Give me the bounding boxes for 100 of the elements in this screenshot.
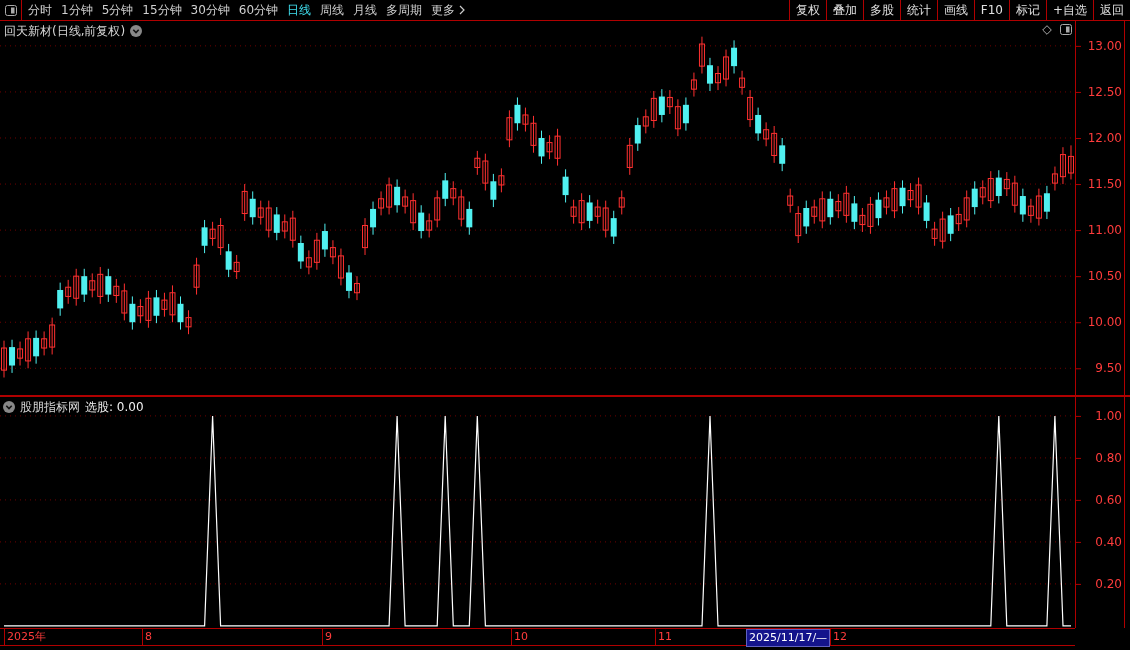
falling-candle <box>249 190 256 226</box>
axis-label: 0.60 <box>1095 492 1122 507</box>
toolbar-button[interactable]: +自选 <box>1045 0 1093 20</box>
panel-toggle-icon[interactable] <box>4 4 17 16</box>
axis-label: 0.40 <box>1095 534 1122 549</box>
rising-candle <box>626 137 633 176</box>
falling-candle <box>225 243 232 278</box>
date-label: 9 <box>322 629 332 645</box>
rising-candle <box>715 65 721 91</box>
falling-candle <box>442 172 449 207</box>
toolbar-button[interactable]: 复权 <box>788 0 826 20</box>
rising-candle <box>241 183 248 222</box>
chevron-right-icon <box>459 5 466 15</box>
rising-candle <box>362 217 368 256</box>
rising-candle <box>1068 144 1074 180</box>
period-tab[interactable]: 日线 <box>287 1 312 19</box>
falling-candle <box>514 96 521 132</box>
indicator-title: 股朋指标网 <box>20 399 80 416</box>
panel-toggle-icon[interactable] <box>1060 24 1072 35</box>
falling-candle <box>634 117 641 152</box>
falling-candle <box>370 201 377 236</box>
falling-candle <box>153 289 160 324</box>
indicator-reading: : 0.00 <box>109 399 144 416</box>
rising-candle <box>354 275 360 301</box>
date-label: 2025年 <box>4 629 46 645</box>
diamond-icon[interactable] <box>1042 24 1052 35</box>
toolbar-button[interactable]: 叠加 <box>825 0 863 20</box>
falling-candle <box>923 194 930 229</box>
falling-candle <box>9 339 16 374</box>
period-tab[interactable]: 周线 <box>320 1 345 19</box>
date-label: 8 <box>142 629 152 645</box>
falling-candle <box>466 201 473 236</box>
axis-label: 0.80 <box>1095 450 1122 465</box>
falling-candle <box>273 206 280 241</box>
falling-candle <box>490 173 497 208</box>
period-tab[interactable]: 30分钟 <box>190 1 230 19</box>
falling-candle <box>971 180 978 215</box>
toolbar-button[interactable]: 画线 <box>936 0 974 20</box>
axis-label: 12.00 <box>1087 131 1122 145</box>
falling-candle <box>394 178 401 214</box>
falling-candle <box>755 107 762 142</box>
cursor-date: 2025/11/17/— <box>746 629 831 647</box>
date-label: 10 <box>511 629 528 645</box>
dropdown-icon[interactable] <box>130 25 143 37</box>
axis-label: 12.50 <box>1087 84 1122 99</box>
chart-title: 回天新材(日线,前复权) <box>4 23 126 40</box>
falling-candle <box>995 169 1002 204</box>
falling-candle <box>827 190 834 226</box>
toolbar-button[interactable]: F10 <box>973 0 1009 20</box>
rising-candle <box>185 309 192 335</box>
period-tab[interactable]: 多周期 <box>386 1 423 19</box>
falling-candle <box>586 194 593 229</box>
falling-candle <box>321 223 328 258</box>
falling-candle <box>105 268 112 303</box>
falling-candle <box>779 137 786 172</box>
rising-candle <box>506 109 513 148</box>
falling-candle <box>81 268 88 303</box>
rising-candle <box>193 257 200 296</box>
falling-candle <box>875 191 882 226</box>
axis-label: 11.00 <box>1087 223 1122 238</box>
period-tab[interactable]: 1分钟 <box>61 1 93 19</box>
falling-candle <box>1019 188 1026 223</box>
falling-candle <box>562 168 569 203</box>
falling-candle <box>538 130 545 165</box>
period-tab[interactable]: 分时 <box>28 1 52 19</box>
axis-label: 11.50 <box>1087 177 1122 192</box>
date-label: 11 <box>655 629 672 645</box>
toolbar-button[interactable]: 返回 <box>1093 0 1130 20</box>
axis-label: 10.00 <box>1087 315 1122 330</box>
toolbar-button[interactable]: 标记 <box>1008 0 1046 20</box>
axis-label: 9.50 <box>1095 361 1122 376</box>
axis-label: 13.00 <box>1087 38 1122 53</box>
falling-candle <box>707 57 713 92</box>
falling-candle <box>658 88 665 123</box>
period-tab[interactable]: 5分钟 <box>101 1 134 19</box>
falling-candle <box>33 330 40 365</box>
period-tab[interactable]: 月线 <box>353 1 378 19</box>
falling-candle <box>418 204 425 239</box>
period-tab[interactable]: 15分钟 <box>142 1 182 19</box>
toolbar-button[interactable]: 多股 <box>862 0 900 20</box>
falling-candle <box>851 195 858 230</box>
axis-label: 10.50 <box>1087 269 1122 284</box>
falling-candle <box>1043 185 1050 220</box>
period-tab[interactable]: 更多 <box>431 1 466 19</box>
toolbar-button[interactable]: 统计 <box>899 0 937 20</box>
falling-candle <box>297 235 304 270</box>
dropdown-icon[interactable] <box>3 401 15 413</box>
period-tab[interactable]: 60分钟 <box>238 1 279 19</box>
falling-candle <box>57 282 64 317</box>
falling-candle <box>345 264 352 299</box>
falling-candle <box>129 295 136 331</box>
falling-candle <box>731 39 738 74</box>
falling-candle <box>899 179 906 215</box>
falling-candle <box>947 207 954 242</box>
rising-candle <box>498 167 505 193</box>
axis-label: 0.20 <box>1095 576 1122 591</box>
falling-candle <box>201 219 208 254</box>
series-name: 选股 <box>85 399 109 416</box>
rising-candle <box>618 190 625 215</box>
rising-candle <box>723 49 730 87</box>
